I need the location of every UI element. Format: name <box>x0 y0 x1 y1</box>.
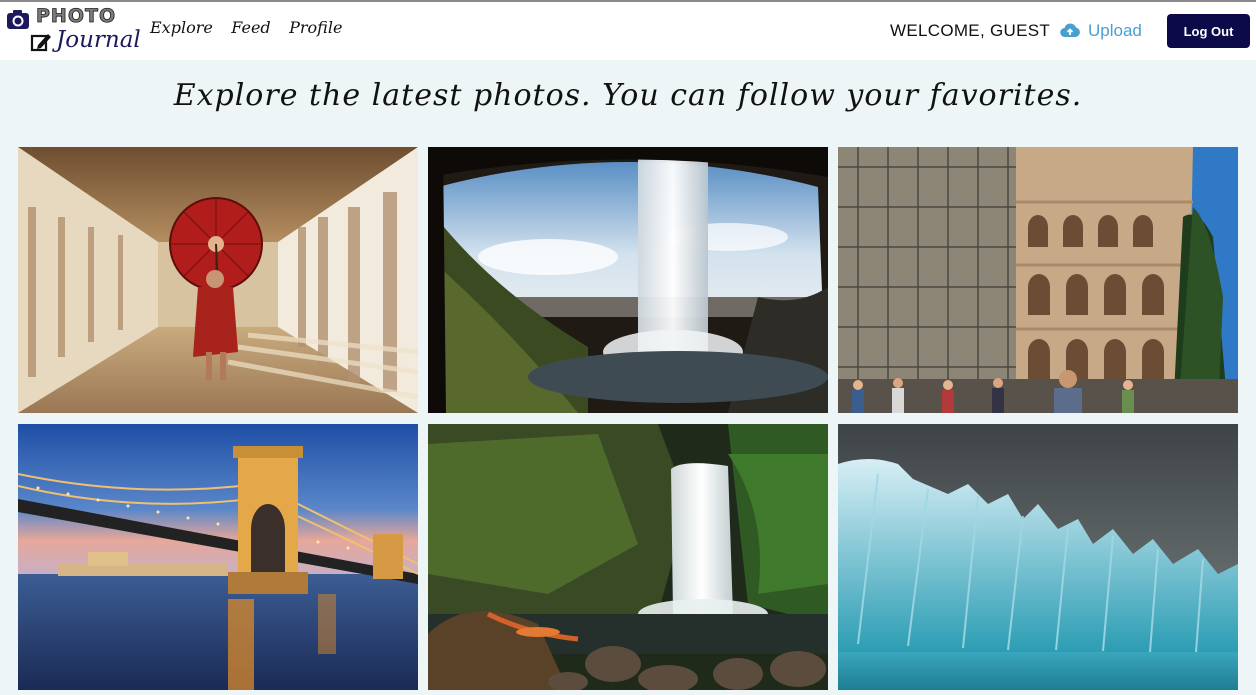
welcome-text: WELCOME, GUEST <box>890 21 1051 40</box>
nav-explore[interactable]: Explore <box>150 18 213 37</box>
page-headline: Explore the latest photos. You can follo… <box>173 78 1083 113</box>
logo-text-journal: Journal <box>56 27 141 53</box>
camera-icon <box>6 8 30 35</box>
nav-feed[interactable]: Feed <box>231 18 270 37</box>
photo-card-waterfall-cave[interactable] <box>428 147 828 413</box>
cloud-upload-icon <box>1060 23 1080 38</box>
logout-button[interactable]: Log Out <box>1167 14 1250 48</box>
main-nav: Explore Feed Profile <box>150 18 356 38</box>
top-navbar: PHOTO Journal Explore Feed Profile WELCO… <box>0 2 1256 60</box>
nav-profile[interactable]: Profile <box>289 18 342 37</box>
photo-card-monk[interactable] <box>18 147 418 413</box>
logo[interactable]: PHOTO Journal <box>6 5 141 59</box>
photo-card-colosseum[interactable] <box>838 147 1238 413</box>
upload-label: Upload <box>1088 21 1142 40</box>
photo-card-forest-waterfall[interactable] <box>428 424 828 690</box>
logo-text-photo: PHOTO <box>36 5 117 28</box>
photo-card-chain-bridge[interactable] <box>18 424 418 690</box>
edit-icon <box>30 31 52 58</box>
photo-card-iceberg[interactable] <box>838 424 1238 690</box>
